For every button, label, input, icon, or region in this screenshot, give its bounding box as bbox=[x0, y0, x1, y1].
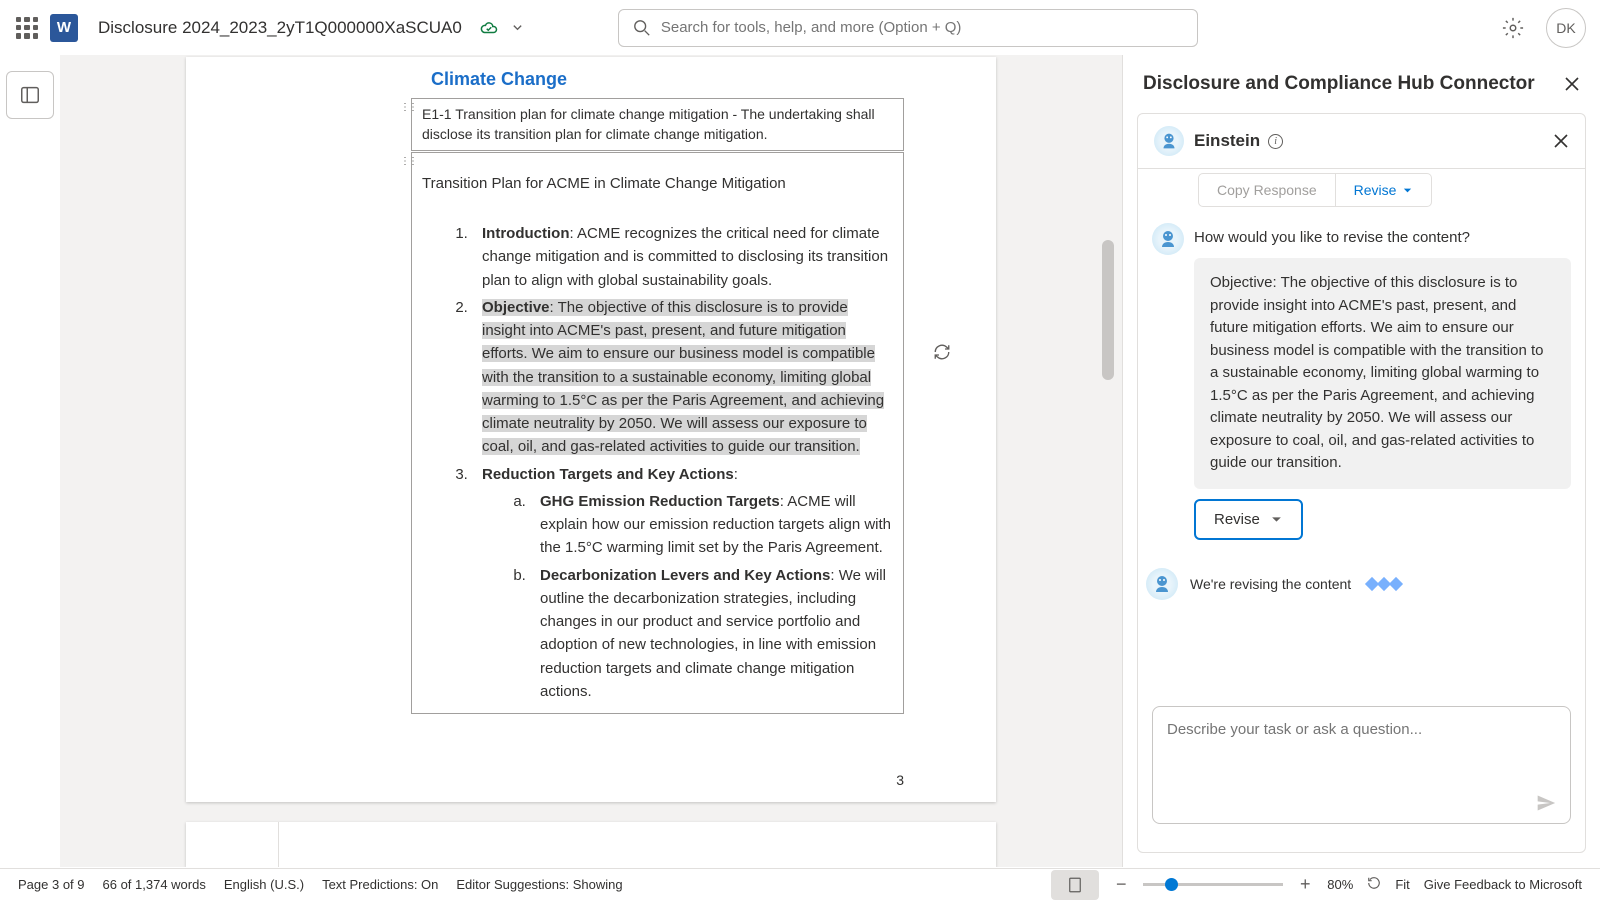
document-heading: Climate Change bbox=[431, 69, 904, 90]
revising-status-text: We're revising the content bbox=[1190, 576, 1351, 592]
close-assistant-icon[interactable] bbox=[1553, 133, 1569, 149]
search-input[interactable] bbox=[661, 19, 1183, 36]
einstein-message-icon bbox=[1152, 223, 1184, 255]
document-title[interactable]: Disclosure 2024_2023_2yT1Q000000XaSCUA0 bbox=[98, 18, 462, 38]
list-item: Introduction: ACME recognizes the critic… bbox=[472, 222, 893, 292]
zoom-out-button[interactable]: − bbox=[1113, 874, 1129, 895]
side-panel-toggle[interactable] bbox=[6, 71, 54, 119]
drag-handle-icon[interactable] bbox=[400, 157, 410, 175]
status-words[interactable]: 66 of 1,374 words bbox=[103, 877, 206, 892]
refresh-icon[interactable] bbox=[933, 343, 951, 361]
status-editor[interactable]: Editor Suggestions: Showing bbox=[456, 877, 622, 892]
drag-handle-icon[interactable] bbox=[400, 103, 410, 121]
loading-diamonds-icon bbox=[1367, 579, 1401, 589]
fit-label[interactable]: Fit bbox=[1395, 877, 1409, 892]
chat-input-container[interactable] bbox=[1152, 706, 1571, 824]
section-requirement-box[interactable]: E1-1 Transition plan for climate change … bbox=[411, 98, 904, 151]
chevron-down-icon[interactable] bbox=[512, 20, 523, 36]
search-box[interactable] bbox=[618, 9, 1198, 47]
panel-title: Disclosure and Compliance Hub Connector bbox=[1143, 73, 1564, 95]
zoom-slider[interactable] bbox=[1143, 883, 1283, 886]
list-item: Decarbonization Levers and Key Actions: … bbox=[530, 564, 893, 704]
chevron-down-icon bbox=[1270, 513, 1283, 526]
send-icon[interactable] bbox=[1536, 793, 1556, 813]
user-avatar[interactable]: DK bbox=[1546, 8, 1586, 48]
view-mode-button[interactable] bbox=[1051, 870, 1099, 900]
word-app-icon: W bbox=[50, 14, 78, 42]
assistant-question: How would you like to revise the content… bbox=[1194, 223, 1571, 258]
feedback-link[interactable]: Give Feedback to Microsoft bbox=[1424, 877, 1582, 892]
document-page-next[interactable] bbox=[186, 822, 996, 867]
status-predictions[interactable]: Text Predictions: On bbox=[322, 877, 438, 892]
plan-title: Transition Plan for ACME in Climate Chan… bbox=[422, 173, 893, 194]
search-icon bbox=[633, 19, 651, 37]
document-canvas[interactable]: Climate Change E1-1 Transition plan for … bbox=[60, 55, 1122, 867]
fit-icon[interactable] bbox=[1367, 876, 1381, 893]
app-launcher-icon[interactable] bbox=[14, 15, 40, 41]
section-content-box[interactable]: Transition Plan for ACME in Climate Chan… bbox=[411, 152, 904, 714]
settings-icon[interactable] bbox=[1502, 17, 1524, 39]
document-page[interactable]: Climate Change E1-1 Transition plan for … bbox=[186, 57, 996, 802]
einstein-avatar-icon bbox=[1154, 126, 1184, 156]
info-icon[interactable]: i bbox=[1268, 134, 1283, 149]
context-selection-box: Objective: The objective of this disclos… bbox=[1194, 258, 1571, 489]
list-item: Reduction Targets and Key Actions: GHG E… bbox=[472, 463, 893, 704]
einstein-message-icon bbox=[1146, 568, 1178, 600]
status-language[interactable]: English (U.S.) bbox=[224, 877, 304, 892]
section-requirement-text: E1-1 Transition plan for climate change … bbox=[422, 106, 875, 142]
close-panel-icon[interactable] bbox=[1564, 76, 1580, 92]
cloud-sync-icon bbox=[480, 19, 498, 37]
list-item: GHG Emission Reduction Targets: ACME wil… bbox=[530, 490, 893, 560]
page-number: 3 bbox=[896, 772, 904, 788]
assistant-name: Einstein bbox=[1194, 131, 1260, 151]
chat-input[interactable] bbox=[1167, 721, 1556, 781]
vertical-scrollbar[interactable] bbox=[1102, 240, 1114, 380]
status-page[interactable]: Page 3 of 9 bbox=[18, 877, 85, 892]
list-item: Objective: The objective of this disclos… bbox=[472, 296, 893, 459]
zoom-in-button[interactable]: + bbox=[1297, 874, 1313, 895]
copy-response-button[interactable]: Copy Response bbox=[1198, 173, 1336, 207]
chevron-down-icon bbox=[1402, 185, 1413, 196]
revise-dropdown-button[interactable]: Revise bbox=[1336, 173, 1433, 207]
revise-button[interactable]: Revise bbox=[1194, 499, 1303, 540]
zoom-level[interactable]: 80% bbox=[1327, 877, 1353, 892]
